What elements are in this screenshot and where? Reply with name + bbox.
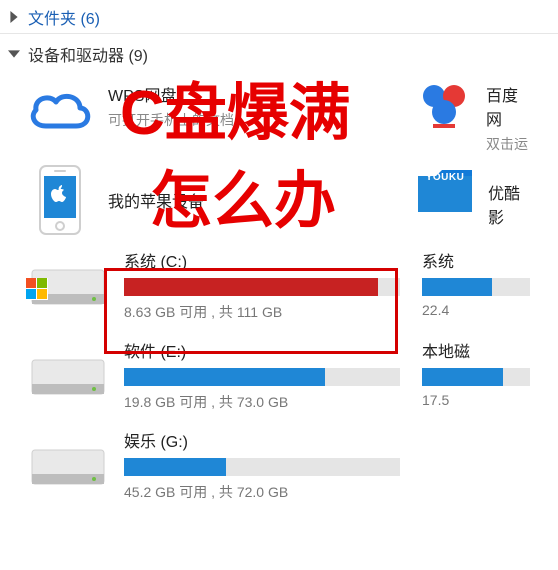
drive-usage-fill	[124, 278, 378, 296]
item-youku[interactable]: YOUKU 优酷影	[408, 160, 538, 240]
iphone-icon	[26, 166, 94, 234]
drive-usage-bar	[124, 368, 400, 386]
youku-folder-icon: YOUKU	[416, 166, 474, 216]
drive-usage-bar	[422, 278, 530, 296]
drive-usage-fill	[124, 458, 226, 476]
drive-right-1[interactable]: 系统 22.4	[408, 240, 538, 330]
drive-status: 8.63 GB 可用 , 共 111 GB	[124, 302, 400, 322]
item-wps-cloud[interactable]: WPS网盘 可打开手机上的文档	[18, 70, 408, 160]
drive-g[interactable]: 娱乐 (G:) 45.2 GB 可用 , 共 72.0 GB	[18, 420, 408, 510]
drive-status: 22.4	[422, 302, 530, 318]
drive-icon	[26, 256, 110, 314]
item-subtitle: 可打开手机上的文档	[108, 110, 400, 130]
cloud-icon	[26, 76, 94, 144]
drive-name: 系统	[422, 248, 530, 272]
devices-grid: WPS网盘 可打开手机上的文档 百度网 双击运	[0, 70, 558, 510]
drive-name: 娱乐 (G:)	[124, 428, 400, 452]
item-iphone[interactable]: 我的苹果设备	[18, 160, 408, 240]
chevron-down-icon	[6, 46, 22, 62]
section-header-devices[interactable]: 设备和驱动器 (9)	[0, 34, 558, 70]
drive-right-2[interactable]: 本地磁 17.5	[408, 330, 538, 420]
drive-usage-fill	[124, 368, 325, 386]
drive-name: 本地磁	[422, 338, 530, 362]
drive-usage-fill	[422, 278, 492, 296]
drive-status: 45.2 GB 可用 , 共 72.0 GB	[124, 482, 400, 502]
drive-icon	[26, 436, 110, 494]
chevron-right-icon	[6, 9, 22, 25]
section-header-folders[interactable]: 文件夹 (6)	[0, 0, 558, 34]
section-label: 设备和驱动器 (9)	[28, 42, 148, 66]
baidu-netdisk-icon	[416, 76, 472, 132]
drive-name: 软件 (E:)	[124, 338, 400, 362]
item-baidu-netdisk[interactable]: 百度网 双击运	[408, 70, 538, 160]
item-title: WPS网盘	[108, 82, 400, 106]
drive-e[interactable]: 软件 (E:) 19.8 GB 可用 , 共 73.0 GB	[18, 330, 408, 420]
drive-icon	[26, 346, 110, 404]
drive-usage-bar	[422, 368, 530, 386]
drive-usage-bar	[124, 278, 400, 296]
drive-c[interactable]: 系统 (C:) 8.63 GB 可用 , 共 111 GB	[18, 240, 408, 330]
drive-status: 17.5	[422, 392, 530, 408]
item-title: 我的苹果设备	[108, 188, 400, 212]
item-title: 百度网	[486, 82, 530, 130]
drive-usage-fill	[422, 368, 503, 386]
section-label: 文件夹 (6)	[28, 5, 100, 29]
drive-name: 系统 (C:)	[124, 248, 400, 272]
item-title: 优酷影	[488, 180, 530, 228]
drive-status: 19.8 GB 可用 , 共 73.0 GB	[124, 392, 400, 412]
drive-usage-bar	[124, 458, 400, 476]
item-subtitle: 双击运	[486, 134, 530, 154]
youku-badge: YOUKU	[426, 172, 465, 183]
